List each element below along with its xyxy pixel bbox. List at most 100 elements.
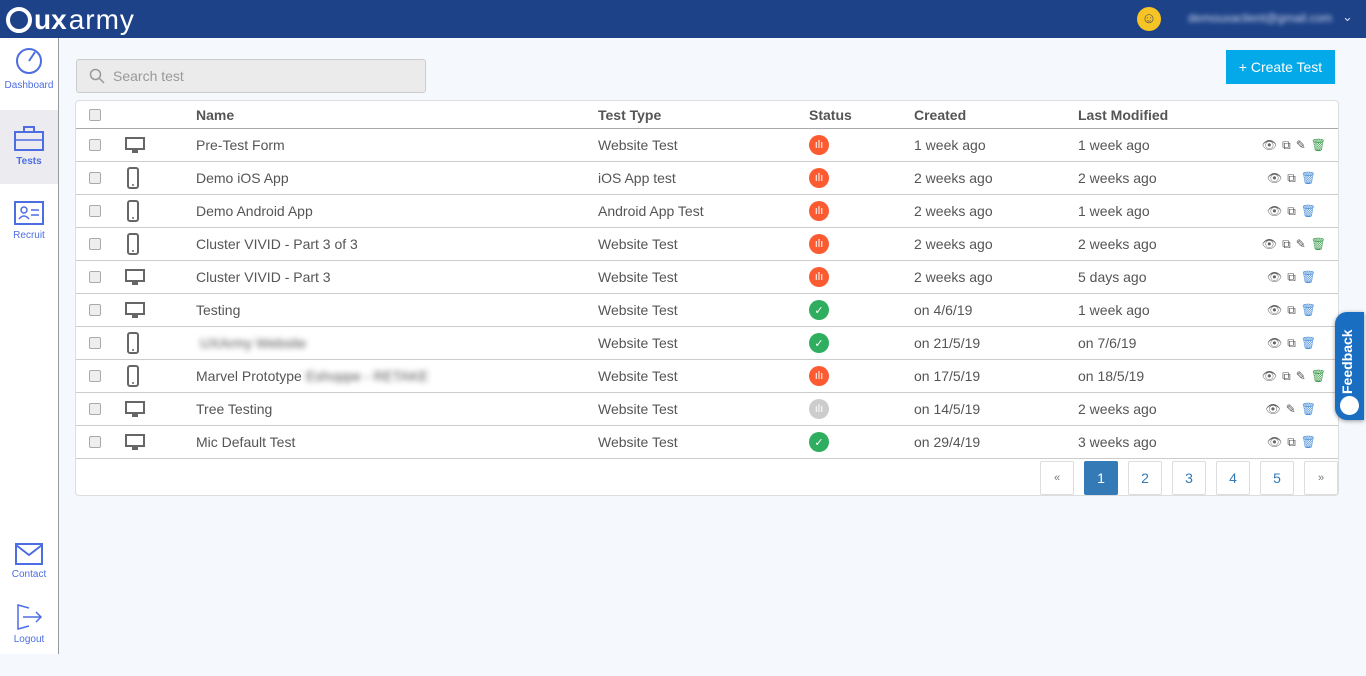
sidebar-item-label: Recruit	[13, 230, 45, 241]
sidebar-item-logout[interactable]: Logout	[0, 604, 58, 676]
row-checkbox[interactable]	[89, 271, 101, 283]
table-header: Name Test Type Status Created Last Modif…	[76, 101, 1338, 129]
page-3-button[interactable]: 3	[1172, 461, 1206, 495]
table-row[interactable]: Pre-Test Form Website Test ılı 1 week ag…	[76, 129, 1338, 162]
feedback-button[interactable]: Feedback	[1335, 312, 1364, 420]
page-5-button[interactable]: 5	[1260, 461, 1294, 495]
eye-icon[interactable]: 👁	[1267, 303, 1282, 317]
trash-icon[interactable]: 🗑	[1301, 303, 1316, 317]
copy-icon[interactable]: ⧉	[1287, 204, 1296, 219]
uxarmy-logo[interactable]: ux army	[6, 4, 135, 36]
eye-icon[interactable]: 👁	[1262, 138, 1277, 152]
test-name[interactable]: Mic Default Test	[196, 426, 295, 458]
row-checkbox[interactable]	[89, 139, 101, 151]
trash-icon[interactable]: 🗑	[1311, 138, 1326, 152]
copy-icon[interactable]: ⧉	[1287, 303, 1296, 318]
row-checkbox[interactable]	[89, 370, 101, 382]
eye-icon[interactable]: 👁	[1265, 402, 1280, 416]
mail-icon	[15, 543, 43, 565]
table-row[interactable]: Mic Default Test Website Test ✓ on 29/4/…	[76, 426, 1338, 459]
table-row[interactable]: UXArmy Website Website Test ✓ on 21/5/19…	[76, 327, 1338, 360]
column-last-modified[interactable]: Last Modified	[1078, 101, 1168, 128]
row-checkbox[interactable]	[89, 337, 101, 349]
row-checkbox[interactable]	[89, 403, 101, 415]
column-status[interactable]: Status	[809, 101, 852, 128]
row-checkbox[interactable]	[89, 172, 101, 184]
table-row[interactable]: Demo iOS App iOS App test ılı 2 weeks ag…	[76, 162, 1338, 195]
page-1-button[interactable]: 1	[1084, 461, 1118, 495]
last-modified: 3 weeks ago	[1078, 434, 1157, 450]
row-actions: 👁 ⧉ ✎ 🗑	[1262, 129, 1326, 161]
test-name[interactable]: Demo Android App	[196, 195, 313, 227]
prev-page-button[interactable]: «	[1040, 461, 1074, 495]
eye-icon[interactable]: 👁	[1267, 204, 1282, 218]
search-input[interactable]	[113, 68, 413, 84]
select-all-checkbox[interactable]	[89, 108, 101, 121]
test-name[interactable]: Pre-Test Form	[196, 129, 285, 161]
trash-icon[interactable]: 🗑	[1301, 171, 1316, 185]
eye-icon[interactable]: 👁	[1267, 336, 1282, 350]
created: on 29/4/19	[914, 434, 981, 450]
copy-icon[interactable]: ⧉	[1282, 138, 1291, 153]
page-2-button[interactable]: 2	[1128, 461, 1162, 495]
status-chart-icon: ılı	[809, 201, 829, 221]
status-check-circle-icon: ✓	[809, 333, 829, 353]
table-row[interactable]: Marvel Prototype Eshoppe - RETAKE Website…	[76, 360, 1338, 393]
edit-icon[interactable]: ✎	[1296, 369, 1306, 383]
test-name[interactable]: UXArmy Website	[196, 327, 306, 359]
sidebar-item-recruit[interactable]: Recruit	[0, 200, 58, 272]
eye-icon[interactable]: 👁	[1267, 270, 1282, 284]
sidebar-item-dashboard[interactable]: Dashboard	[0, 46, 58, 118]
create-test-button[interactable]: + Create Test	[1226, 50, 1335, 84]
copy-icon[interactable]: ⧉	[1287, 171, 1296, 186]
page-4-button[interactable]: 4	[1216, 461, 1250, 495]
sidebar-item-label: Tests	[16, 156, 42, 167]
table-row[interactable]: Demo Android App Android App Test ılı 2 …	[76, 195, 1338, 228]
edit-icon[interactable]: ✎	[1296, 138, 1306, 152]
test-name[interactable]: Marvel Prototype Eshoppe - RETAKE	[196, 360, 429, 392]
trash-icon[interactable]: 🗑	[1311, 237, 1326, 251]
next-page-button[interactable]: »	[1304, 461, 1338, 495]
trash-icon[interactable]: 🗑	[1301, 435, 1316, 449]
test-name[interactable]: Testing	[196, 294, 240, 326]
chevron-down-icon[interactable]: ⌄	[1342, 9, 1353, 25]
trash-icon[interactable]: 🗑	[1301, 336, 1316, 350]
test-type: Website Test	[598, 236, 678, 252]
copy-icon[interactable]: ⧉	[1287, 270, 1296, 285]
edit-icon[interactable]: ✎	[1286, 402, 1296, 416]
edit-icon[interactable]: ✎	[1296, 237, 1306, 251]
trash-icon[interactable]: 🗑	[1301, 402, 1316, 416]
search-box[interactable]	[76, 59, 426, 93]
avatar[interactable]: ☺	[1137, 7, 1161, 31]
copy-icon[interactable]: ⧉	[1282, 237, 1291, 252]
eye-icon[interactable]: 👁	[1267, 435, 1282, 449]
table-row[interactable]: Cluster VIVID - Part 3 of 3 Website Test…	[76, 228, 1338, 261]
mobile-icon	[127, 162, 139, 194]
row-checkbox[interactable]	[89, 238, 101, 250]
test-name[interactable]: Demo iOS App	[196, 162, 289, 194]
table-row[interactable]: Tree Testing Website Test ılı on 14/5/19…	[76, 393, 1338, 426]
table-row[interactable]: Testing Website Test ✓ on 4/6/19 1 week …	[76, 294, 1338, 327]
column-created[interactable]: Created	[914, 101, 966, 128]
row-actions: 👁 ✎ 🗑	[1265, 393, 1316, 425]
column-test-type[interactable]: Test Type	[598, 101, 661, 128]
row-checkbox[interactable]	[89, 205, 101, 217]
copy-icon[interactable]: ⧉	[1287, 435, 1296, 450]
row-checkbox[interactable]	[89, 436, 101, 448]
sidebar-item-tests[interactable]: Tests	[0, 110, 58, 184]
trash-icon[interactable]: 🗑	[1301, 270, 1316, 284]
eye-icon[interactable]: 👁	[1267, 171, 1282, 185]
test-name[interactable]: Tree Testing	[196, 393, 272, 425]
trash-icon[interactable]: 🗑	[1301, 204, 1316, 218]
row-checkbox[interactable]	[89, 304, 101, 316]
test-name[interactable]: Cluster VIVID - Part 3	[196, 261, 331, 293]
eye-icon[interactable]: 👁	[1262, 369, 1277, 383]
column-name[interactable]: Name	[196, 101, 234, 128]
trash-icon[interactable]: 🗑	[1311, 369, 1326, 383]
user-email[interactable]: demouxaclient@gmail.com	[1188, 11, 1332, 25]
test-name[interactable]: Cluster VIVID - Part 3 of 3	[196, 228, 358, 260]
table-row[interactable]: Cluster VIVID - Part 3 Website Test ılı …	[76, 261, 1338, 294]
eye-icon[interactable]: 👁	[1262, 237, 1277, 251]
copy-icon[interactable]: ⧉	[1287, 336, 1296, 351]
copy-icon[interactable]: ⧉	[1282, 369, 1291, 384]
